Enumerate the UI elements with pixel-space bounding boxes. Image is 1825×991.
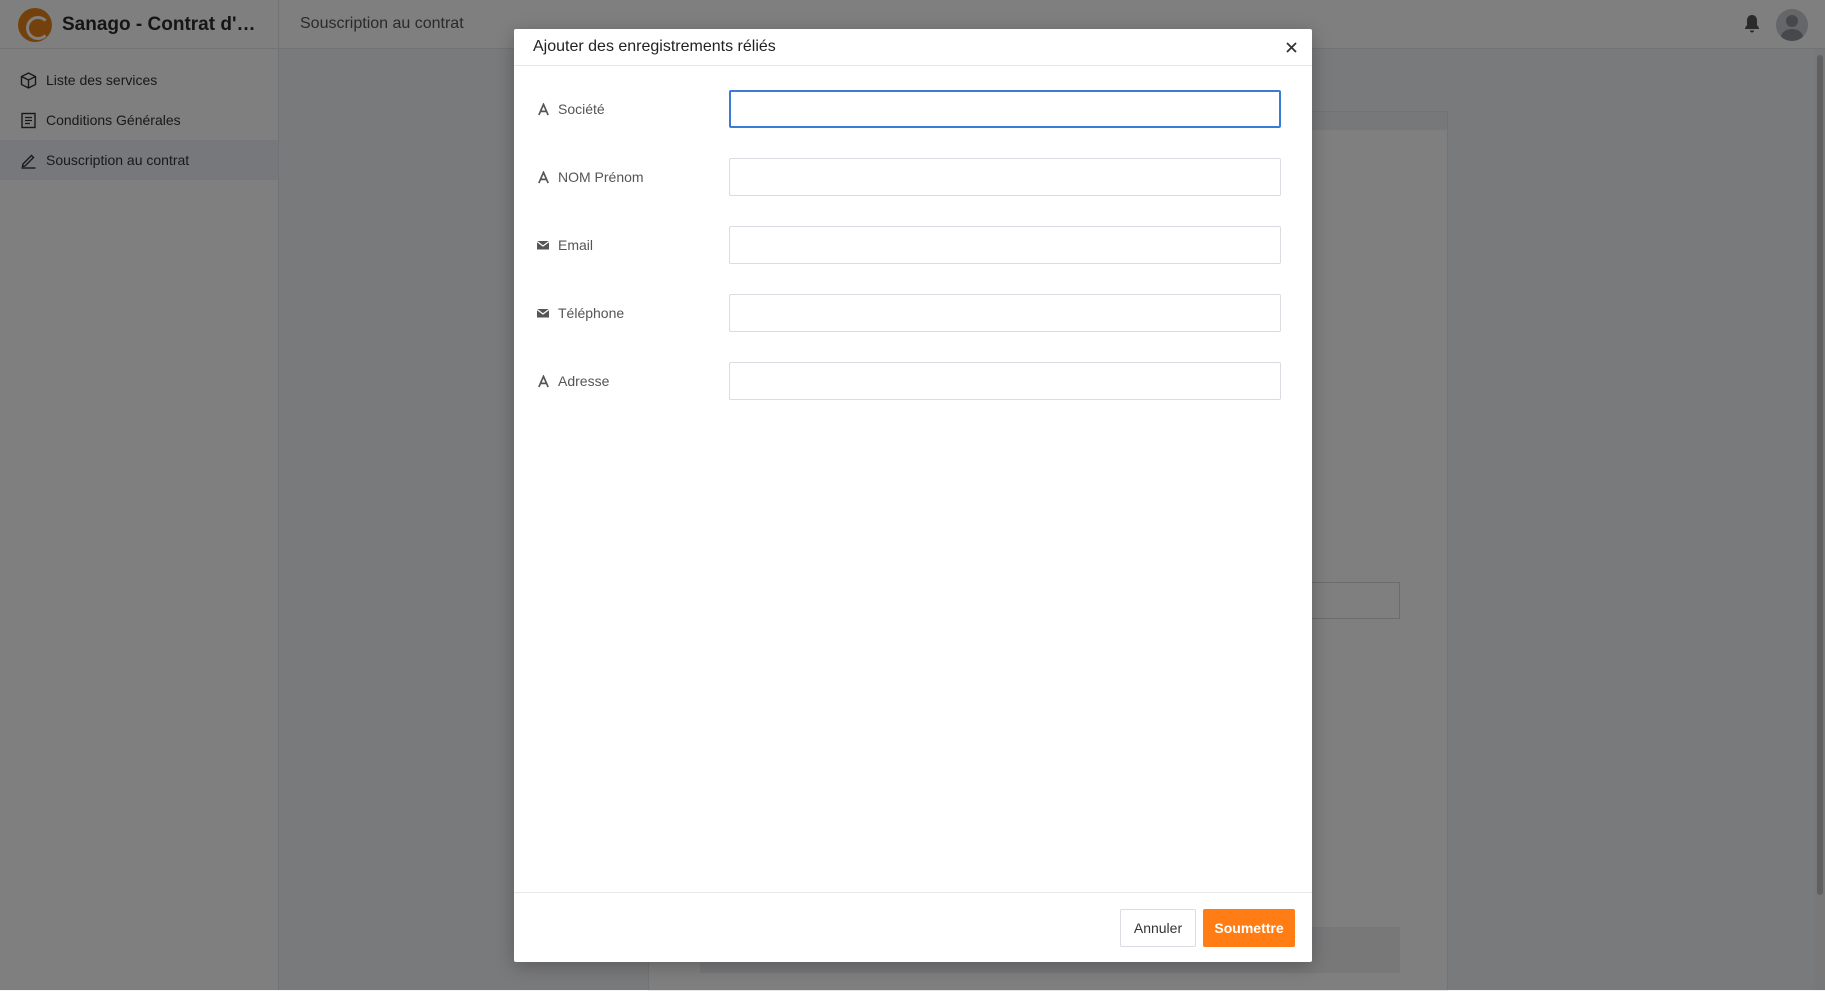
- field-label: Téléphone: [536, 294, 624, 332]
- form-row-email: Email: [514, 226, 1312, 264]
- field-label-text: Téléphone: [558, 305, 624, 321]
- field-label-text: Adresse: [558, 373, 609, 389]
- adresse-input[interactable]: [729, 362, 1281, 400]
- field-label-text: Société: [558, 101, 605, 117]
- form-row-adresse: Adresse: [514, 362, 1312, 400]
- form-row-nom-prenom: NOM Prénom: [514, 158, 1312, 196]
- close-icon: [1286, 42, 1297, 53]
- envelope-icon: [536, 306, 550, 320]
- telephone-input[interactable]: [729, 294, 1281, 332]
- modal-title: Ajouter des enregistrements réliés: [533, 38, 776, 56]
- field-label: NOM Prénom: [536, 158, 644, 196]
- close-button[interactable]: [1282, 38, 1300, 56]
- form-row-societe: Société: [514, 90, 1312, 128]
- modal-body: Société NOM Prénom Email: [514, 66, 1312, 892]
- cancel-button[interactable]: Annuler: [1120, 909, 1196, 947]
- text-icon: [536, 102, 550, 116]
- field-label-text: Email: [558, 237, 593, 253]
- submit-button[interactable]: Soumettre: [1203, 909, 1295, 947]
- modal-footer: Annuler Soumettre: [514, 892, 1312, 962]
- add-related-records-modal: Ajouter des enregistrements réliés Socié…: [514, 29, 1312, 962]
- form-row-telephone: Téléphone: [514, 294, 1312, 332]
- modal-header: Ajouter des enregistrements réliés: [514, 29, 1312, 66]
- field-label: Adresse: [536, 362, 609, 400]
- text-icon: [536, 170, 550, 184]
- societe-input[interactable]: [729, 90, 1281, 128]
- envelope-icon: [536, 238, 550, 252]
- field-label: Société: [536, 90, 605, 128]
- field-label: Email: [536, 226, 593, 264]
- field-label-text: NOM Prénom: [558, 169, 644, 185]
- email-input[interactable]: [729, 226, 1281, 264]
- text-icon: [536, 374, 550, 388]
- nom-prenom-input[interactable]: [729, 158, 1281, 196]
